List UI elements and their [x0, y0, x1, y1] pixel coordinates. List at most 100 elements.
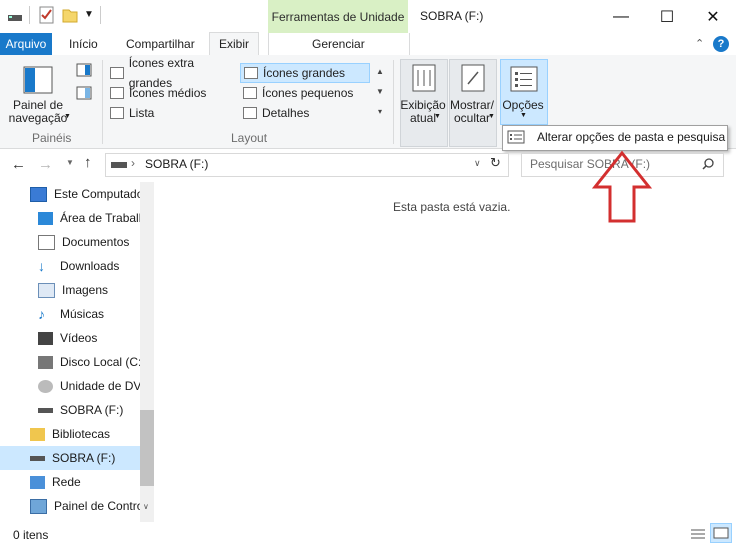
nav-item[interactable]: Vídeos: [0, 326, 140, 350]
quick-access-dropdown-icon[interactable]: ▼: [84, 9, 94, 20]
window-title: SOBRA (F:): [420, 9, 484, 23]
nav-item[interactable]: Este Computador: [0, 182, 140, 206]
layout-medium-icons[interactable]: Ícones médios: [110, 83, 238, 103]
nav-item[interactable]: Painel de Controle: [0, 494, 140, 518]
drive-icon: [111, 162, 127, 168]
divider: [102, 60, 103, 144]
control-panel-icon: [30, 498, 47, 514]
up-button[interactable]: ↑: [84, 154, 92, 171]
new-folder-icon[interactable]: [62, 7, 78, 23]
nav-item-label: Bibliotecas: [52, 427, 111, 441]
layout-item-label: Lista: [129, 106, 155, 120]
nav-item[interactable]: SOBRA (F:): [0, 398, 140, 422]
folder-options-icon: [507, 130, 525, 144]
layout-item-label: Ícones pequenos: [262, 86, 354, 100]
close-button[interactable]: ✕: [690, 0, 736, 33]
extra-large-icons-icon: [110, 67, 124, 79]
divider: [100, 6, 101, 24]
forward-button[interactable]: →: [38, 156, 53, 173]
desktop-icon: [38, 211, 53, 225]
show-hide-icon: [461, 64, 485, 92]
medium-icons-icon: [110, 87, 124, 99]
drive-icon: [8, 15, 22, 21]
usb-drive-icon: [38, 407, 53, 413]
options-label: Opções: [502, 98, 544, 112]
network-icon: [30, 475, 45, 489]
layout-item-label: Ícones grandes: [263, 66, 346, 80]
options-icon: [510, 66, 538, 92]
layout-large-icons[interactable]: Ícones grandes: [240, 63, 370, 83]
preview-pane-icon[interactable]: [76, 63, 92, 77]
music-icon: ♪: [38, 305, 45, 322]
details-icon: [243, 107, 257, 119]
nav-item-label: Unidade de DVD: [60, 379, 140, 393]
nav-item[interactable]: ♪ Músicas: [0, 302, 140, 326]
current-view-label: Exibição atual: [400, 98, 446, 125]
status-bar: [0, 523, 736, 547]
change-folder-options-item[interactable]: Alterar opções de pasta e pesquisa: [537, 130, 725, 144]
breadcrumb-separator-icon: ›: [131, 156, 135, 170]
help-icon[interactable]: ?: [713, 36, 729, 52]
search-icon[interactable]: [702, 158, 714, 170]
layout-details[interactable]: Detalhes: [243, 103, 371, 123]
small-icons-icon: [243, 87, 257, 99]
refresh-button[interactable]: ↻: [490, 155, 501, 171]
large-icons-icon: [244, 67, 258, 79]
nav-item[interactable]: Rede: [0, 470, 140, 494]
layout-list[interactable]: Lista: [110, 103, 238, 123]
context-tab-group-label: Ferramentas de Unidade: [268, 0, 408, 33]
address-dropdown-icon[interactable]: ∨: [474, 158, 481, 169]
chevron-down-icon: ▼: [434, 113, 441, 120]
annotation-arrow: [592, 150, 652, 223]
back-button[interactable]: ←: [11, 156, 26, 173]
nav-item[interactable]: ↓ Downloads: [0, 254, 140, 278]
chevron-down-icon: ▼: [488, 113, 495, 120]
nav-scrollbar[interactable]: ∨: [140, 182, 154, 522]
computer-icon: [30, 186, 47, 202]
nav-item-label: Documentos: [62, 235, 130, 249]
recent-locations-icon[interactable]: ▼: [66, 158, 74, 167]
nav-item-label: Disco Local (C:): [60, 355, 140, 369]
details-view-icon[interactable]: [690, 527, 706, 541]
show-hide-label: Mostrar/ ocultar: [449, 98, 494, 125]
navigation-pane-button[interactable]: Painel de navegação: [3, 99, 73, 125]
divider: [393, 60, 394, 144]
nav-item[interactable]: Bibliotecas: [0, 422, 140, 446]
minimize-button[interactable]: —: [598, 0, 644, 33]
layout-extra-large-icons[interactable]: Ícones extra grandes: [110, 56, 238, 90]
nav-item[interactable]: Área de Trabalho: [0, 206, 140, 230]
large-icons-view-button[interactable]: [710, 523, 732, 543]
breadcrumb[interactable]: SOBRA (F:): [145, 157, 208, 171]
details-pane-icon[interactable]: [76, 86, 92, 100]
maximize-button[interactable]: ☐: [644, 0, 690, 33]
nav-item-label: Downloads: [60, 259, 120, 273]
tab-manage[interactable]: Gerenciar: [303, 33, 374, 55]
nav-item-label: Vídeos: [60, 331, 98, 345]
nav-item-label: Painel de Controle: [54, 499, 140, 513]
nav-item[interactable]: Unidade de DVD: [0, 374, 140, 398]
tab-home[interactable]: Início: [60, 33, 107, 55]
items-count: 0 itens: [13, 528, 49, 542]
usb-drive-icon: [30, 455, 45, 461]
tab-share[interactable]: Compartilhar: [117, 33, 204, 55]
group-label-panes: Painéis: [32, 131, 72, 145]
downloads-icon: ↓: [38, 257, 45, 274]
collapse-ribbon-icon[interactable]: ⌃: [695, 37, 704, 50]
nav-item[interactable]: Imagens: [0, 278, 140, 302]
nav-item[interactable]: Disco Local (C:): [0, 350, 140, 374]
layout-small-icons[interactable]: Ícones pequenos: [243, 83, 371, 103]
nav-item-label: SOBRA (F:): [60, 403, 124, 417]
layout-gallery-scroll[interactable]: ▲ ▼ ▾: [373, 62, 387, 122]
group-label-layout: Layout: [231, 131, 268, 145]
nav-item-label: Músicas: [60, 307, 105, 321]
nav-item[interactable]: Documentos: [0, 230, 140, 254]
properties-icon[interactable]: [39, 6, 55, 24]
nav-item-label: Rede: [52, 475, 81, 489]
nav-item-label: SOBRA (F:): [52, 451, 116, 465]
empty-folder-message: Esta pasta está vazia.: [393, 200, 511, 214]
tab-file[interactable]: Arquivo: [0, 33, 52, 55]
local-disk-icon: [38, 355, 53, 369]
nav-item[interactable]: SOBRA (F:): [0, 446, 140, 470]
chevron-down-icon: ▼: [520, 112, 527, 119]
divider: [29, 6, 30, 24]
